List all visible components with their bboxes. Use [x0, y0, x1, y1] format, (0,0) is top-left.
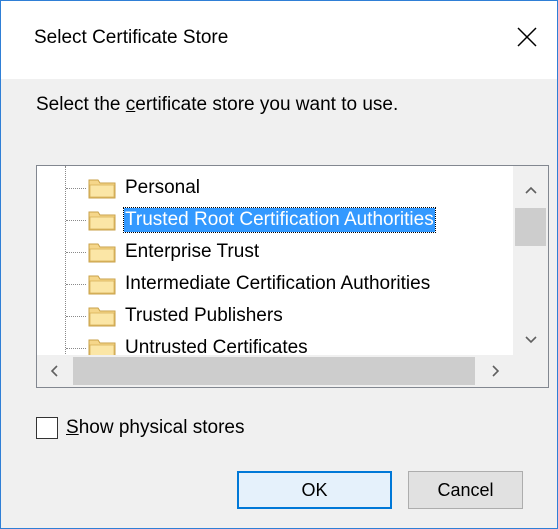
tree-item-label: Trusted Publishers [125, 305, 283, 326]
tree-item[interactable]: Trusted Root Certification Authorities [37, 204, 512, 236]
checkbox-label-rest: how physical stores [78, 417, 245, 438]
scroll-up-button[interactable] [513, 180, 548, 200]
checkbox-accelerator: S [66, 417, 79, 438]
certificate-store-dialog: Select Certificate Store Select the cert… [0, 0, 558, 529]
vertical-scroll-thumb[interactable] [515, 208, 546, 246]
scroll-right-button[interactable] [479, 355, 513, 387]
tree-item-label: Personal [125, 177, 200, 198]
show-physical-stores-checkbox[interactable] [36, 417, 58, 439]
tree-item-label: Intermediate Certification Authorities [125, 273, 431, 294]
tree-connector [66, 348, 86, 349]
tree-connector [66, 252, 86, 253]
tree-connector [66, 188, 86, 189]
tree-item-label: Enterprise Trust [125, 241, 260, 262]
scroll-left-button[interactable] [37, 355, 71, 387]
scroll-down-button[interactable] [513, 330, 548, 350]
cancel-button[interactable]: Cancel [408, 471, 523, 509]
horizontal-scrollbar[interactable] [37, 355, 513, 387]
tree-item[interactable]: Intermediate Certification Authorities [37, 268, 512, 300]
close-icon [517, 27, 537, 47]
instruction-before: Select the [36, 94, 126, 115]
tree-connector [66, 316, 86, 317]
tree-connector [66, 284, 86, 285]
tree-item[interactable]: Enterprise Trust [37, 236, 512, 268]
tree-connector [66, 220, 86, 221]
folder-icon [87, 240, 117, 264]
scrollbar-corner [513, 355, 548, 387]
chevron-down-icon [524, 336, 537, 344]
folder-icon [87, 272, 117, 296]
show-physical-stores-label[interactable]: Show physical stores [66, 417, 244, 439]
certificate-store-tree[interactable]: Personal Trusted Root Certification Autho… [36, 165, 549, 388]
tree-item[interactable]: Personal [37, 172, 512, 204]
instruction-text: Select the certificate store you want to… [36, 94, 398, 116]
ok-button[interactable]: OK [237, 471, 392, 509]
show-physical-stores-row[interactable]: Show physical stores [36, 415, 244, 441]
window-title: Select Certificate Store [34, 27, 229, 48]
folder-icon [87, 176, 117, 200]
horizontal-scroll-thumb[interactable] [73, 357, 475, 385]
chevron-right-icon [492, 365, 500, 377]
vertical-scrollbar[interactable] [513, 166, 548, 355]
title-bar: Select Certificate Store [1, 1, 557, 79]
instruction-after: ertificate store you want to use. [135, 94, 399, 115]
chevron-up-icon [524, 186, 537, 194]
close-button[interactable] [497, 7, 557, 67]
tree-item[interactable]: Trusted Publishers [37, 300, 512, 332]
chevron-left-icon [50, 365, 58, 377]
folder-icon [87, 208, 117, 232]
instruction-accelerator: c [125, 94, 136, 115]
tree-item-label: Trusted Root Certification Authorities [123, 207, 436, 233]
folder-icon [87, 304, 117, 328]
